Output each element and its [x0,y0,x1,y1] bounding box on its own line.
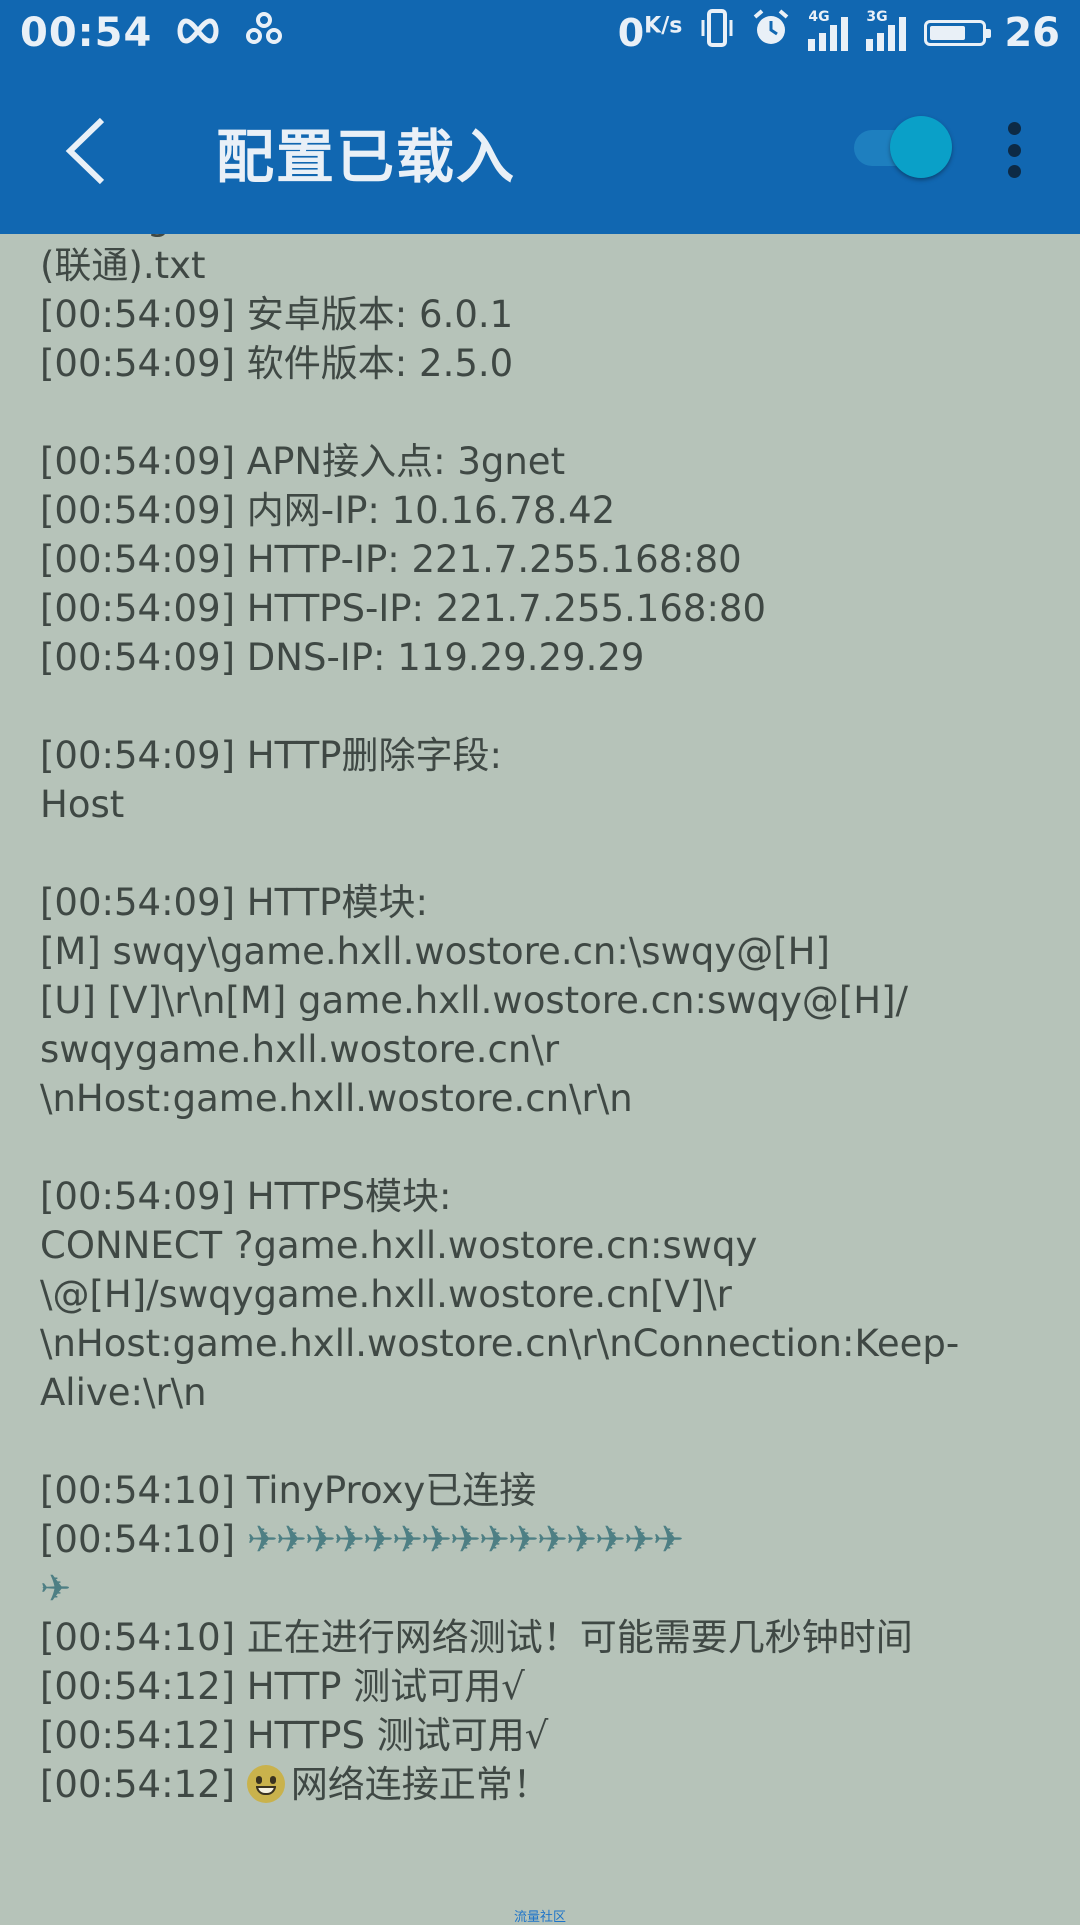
log-line: [00:54:09] 软件版本: 2.5.0 [40,342,514,385]
page-title: 配置已载入 [216,123,517,191]
log-line: [00:54:12] HTTP 测试可用√ [40,1665,525,1708]
log-line: Host [40,783,125,826]
dot-icon [1007,122,1021,135]
back-button[interactable] [58,116,118,186]
toggle-knob [890,116,952,178]
log-line: [00:54:12] HTTPS 测试可用√ [40,1714,549,1757]
log-line: CONNECT ?game.hxll.wostore.cn:swqy [40,1224,758,1267]
log-line: \nHost:game.hxll.wostore.cn\r\nConnectio… [40,1322,960,1365]
cluster-icon [244,8,284,58]
log-line: [00:54:09] HTTP模块: [40,881,428,924]
proxy-toggle[interactable] [854,116,954,180]
log-line: (联通).txt [40,244,206,287]
smile-emoji-icon [246,1765,285,1803]
log-line: [00:54:09] 内网-IP: 10.16.78.42 [40,489,616,532]
dot-icon [1007,165,1021,178]
app-bar: 配置已载入 [0,66,1080,234]
status-time: 00:54 [20,10,153,56]
chevron-left-icon [65,117,105,185]
status-bar: 00:54 0K/s 4G 3G 26 [0,0,1080,66]
log-view[interactable]: /storage/emulated/0/联通王卡/三丑七音，首选您您 (联通).t… [0,234,1080,1920]
log-line: \nHost:game.hxll.wostore.cn\r\n [40,1077,633,1120]
signal-4g-icon: 4G [808,9,849,51]
log-line: Alive:\r\n [40,1371,207,1414]
log-line: swqygame.hxll.wostore.cn\r [40,1028,560,1071]
log-line: [00:54:10] TinyProxy已连接 [40,1469,537,1512]
log-line-planes: [00:54:10] ✈✈✈✈✈✈✈✈✈✈✈✈✈✈✈ [40,1518,684,1561]
log-content: /storage/emulated/0/联通王卡/三丑七音，首选您您 (联通).t… [40,234,1040,1809]
more-menu-button[interactable] [1004,122,1024,178]
log-line: \@[H]/swqygame.hxll.wostore.cn[V]\r [40,1273,732,1316]
signal-3g-icon: 3G [866,9,907,51]
log-line-final: [00:54:12] 网络连接正常！ [40,1763,550,1806]
battery-percent: 26 [1004,10,1060,56]
log-line: [U] [V]\r\n[M] game.hxll.wostore.cn:swqy… [40,979,909,1022]
log-line-planes-wrap: ✈ [40,1567,71,1610]
log-line: [00:54:09] HTTPS模块: [40,1175,452,1218]
log-line: [00:54:09] HTTP删除字段: [40,734,502,777]
log-line: /storage/emulated/0/联通王卡/三丑七音，首选您您 [40,234,1040,241]
log-line: [00:54:09] APN接入点: 3gnet [40,440,566,483]
watermark: 流量社区 [514,1910,567,1925]
dot-icon [1007,143,1021,157]
log-line: [00:54:09] HTTP-IP: 221.7.255.168:80 [40,538,742,581]
alarm-icon [752,8,790,58]
log-line: [00:54:10] 正在进行网络测试！可能需要几秒钟时间 [40,1616,913,1659]
log-line: [00:54:09] HTTPS-IP: 221.7.255.168:80 [40,587,767,630]
battery-icon [924,20,992,46]
log-line: [00:54:09] 安卓版本: 6.0.1 [40,293,514,336]
log-line: [00:54:09] DNS-IP: 119.29.29.29 [40,636,645,679]
vibrate-icon [700,8,734,58]
net-speed: 0K/s [617,11,683,55]
infinity-icon [174,10,222,56]
log-line: [M] swqy\game.hxll.wostore.cn:\swqy@[H] [40,930,830,973]
